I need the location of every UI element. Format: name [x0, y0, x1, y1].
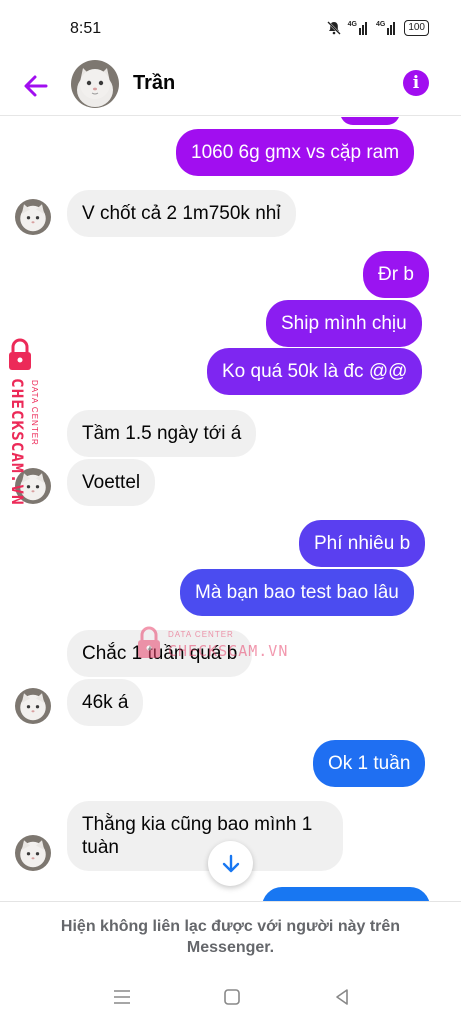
arrow-down-icon — [222, 854, 239, 872]
watermark-left: CHECKSCAM.VN DATA CENTER — [4, 338, 46, 538]
signal-2-icon: 4G — [376, 21, 398, 35]
lock-icon — [9, 338, 31, 370]
system-nav-bar — [0, 971, 461, 1024]
message-bubble-sent[interactable]: Ok 1 tuần — [313, 740, 426, 787]
message-bubble-received[interactable]: Tầm 1.5 ngày tới á — [67, 410, 257, 457]
menu-icon[interactable] — [110, 985, 134, 1009]
watermark-site-vertical: CHECKSCAM.VN — [8, 378, 27, 506]
back-button[interactable] — [20, 70, 52, 102]
unavailable-notice-text: Hiện không liên lạc được với người này t… — [60, 918, 401, 956]
message-bubble-received[interactable]: Voettel — [67, 459, 156, 506]
message-bubble-sent[interactable]: 1060 6g gmx vs cặp ram — [176, 129, 415, 176]
contact-avatar-small[interactable] — [15, 835, 51, 871]
signal-1-icon: 4G — [348, 21, 370, 35]
sent-bubble-edge — [340, 117, 400, 125]
message-list[interactable]: 1060 6g gmx vs cặp ram V chốt cả 2 1m750… — [0, 117, 461, 901]
contact-avatar[interactable] — [71, 60, 119, 108]
cat-photo-icon — [15, 835, 51, 871]
status-bar: 8:51 4G 4G 100 — [0, 0, 461, 56]
message-bubble-received[interactable]: V chốt cả 2 1m750k nhỉ — [67, 190, 296, 237]
cat-photo-icon — [15, 688, 51, 724]
message-bubble-sent[interactable]: Mà bạn bao test bao lâu — [180, 569, 414, 616]
back-triangle-icon[interactable] — [330, 985, 354, 1009]
conversation-header: Trần i — [0, 56, 461, 116]
lock-icon — [138, 626, 160, 658]
sent-bubble-partial — [262, 887, 430, 901]
mute-bell-icon — [326, 21, 341, 35]
message-bubble-sent[interactable]: Ko quá 50k là đc @@ — [207, 348, 423, 395]
info-icon[interactable]: i — [403, 70, 429, 96]
status-icons: 4G 4G 100 — [326, 20, 429, 36]
arrow-left-icon — [24, 75, 48, 97]
message-bubble-sent[interactable]: Phí nhiêu b — [299, 520, 426, 567]
unavailable-notice: Hiện không liên lạc được với người này t… — [0, 901, 461, 971]
status-time: 8:51 — [70, 20, 102, 37]
watermark-site: CHECKSCAM.VN — [168, 642, 289, 660]
contact-avatar-small[interactable] — [15, 688, 51, 724]
scroll-to-bottom-button[interactable] — [208, 841, 253, 886]
message-bubble-sent[interactable]: Ship mình chịu — [266, 300, 422, 347]
contact-avatar-small[interactable] — [15, 199, 51, 235]
watermark-center: DATA CENTER CHECKSCAM.VN — [136, 624, 306, 664]
message-bubble-sent[interactable]: Đr b — [363, 251, 429, 298]
watermark-label-vertical: DATA CENTER — [30, 380, 39, 446]
cat-photo-icon — [15, 199, 51, 235]
message-bubble-received[interactable]: Thằng kia cũng bao mình 1 tuàn — [67, 801, 343, 871]
network-type-1: 4G — [347, 21, 357, 28]
contact-name[interactable]: Trần — [133, 72, 175, 95]
message-bubble-received[interactable]: 46k á — [67, 679, 144, 726]
watermark-label: DATA CENTER — [168, 630, 234, 639]
home-square-icon[interactable] — [220, 985, 244, 1009]
cat-photo-icon — [71, 60, 119, 108]
battery-indicator: 100 — [404, 20, 429, 36]
network-type-2: 4G — [375, 21, 386, 28]
